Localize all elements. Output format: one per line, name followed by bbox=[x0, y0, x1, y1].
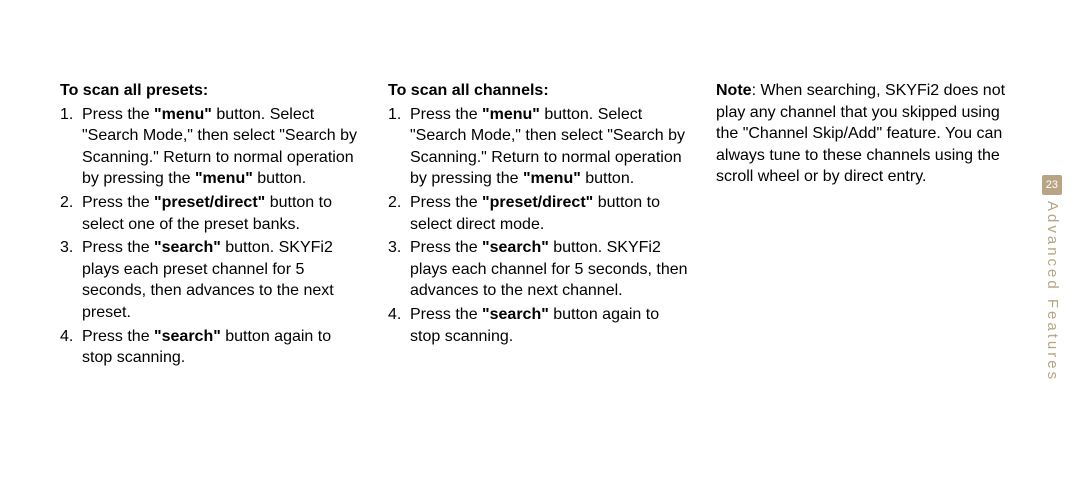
list-item: Press the "preset/direct" button to sele… bbox=[388, 192, 688, 235]
heading-presets: To scan all presets: bbox=[60, 80, 360, 102]
page-sidebar: 23 Advanced Features bbox=[1042, 175, 1062, 382]
section-label: Advanced Features bbox=[1042, 201, 1062, 382]
list-item: Press the "search" button. SKYFi2 plays … bbox=[388, 237, 688, 302]
list-item: Press the "search" button again to stop … bbox=[388, 304, 688, 347]
list-item: Press the "menu" button. Select "Search … bbox=[60, 104, 360, 190]
list-item: Press the "search" button. SKYFi2 plays … bbox=[60, 237, 360, 323]
list-item: Press the "search" button again to stop … bbox=[60, 326, 360, 369]
column-note: Note: When searching, SKYFi2 does not pl… bbox=[716, 80, 1016, 371]
steps-channels: Press the "menu" button. Select "Search … bbox=[388, 104, 688, 348]
steps-presets: Press the "menu" button. Select "Search … bbox=[60, 104, 360, 369]
column-channels: To scan all channels: Press the "menu" b… bbox=[388, 80, 688, 371]
list-item: Press the "menu" button. Select "Search … bbox=[388, 104, 688, 190]
page-content: To scan all presets: Press the "menu" bu… bbox=[60, 80, 1040, 371]
heading-channels: To scan all channels: bbox=[388, 80, 688, 102]
page-number-badge: 23 bbox=[1042, 175, 1062, 195]
column-presets: To scan all presets: Press the "menu" bu… bbox=[60, 80, 360, 371]
list-item: Press the "preset/direct" button to sele… bbox=[60, 192, 360, 235]
note-text: Note: When searching, SKYFi2 does not pl… bbox=[716, 80, 1016, 188]
